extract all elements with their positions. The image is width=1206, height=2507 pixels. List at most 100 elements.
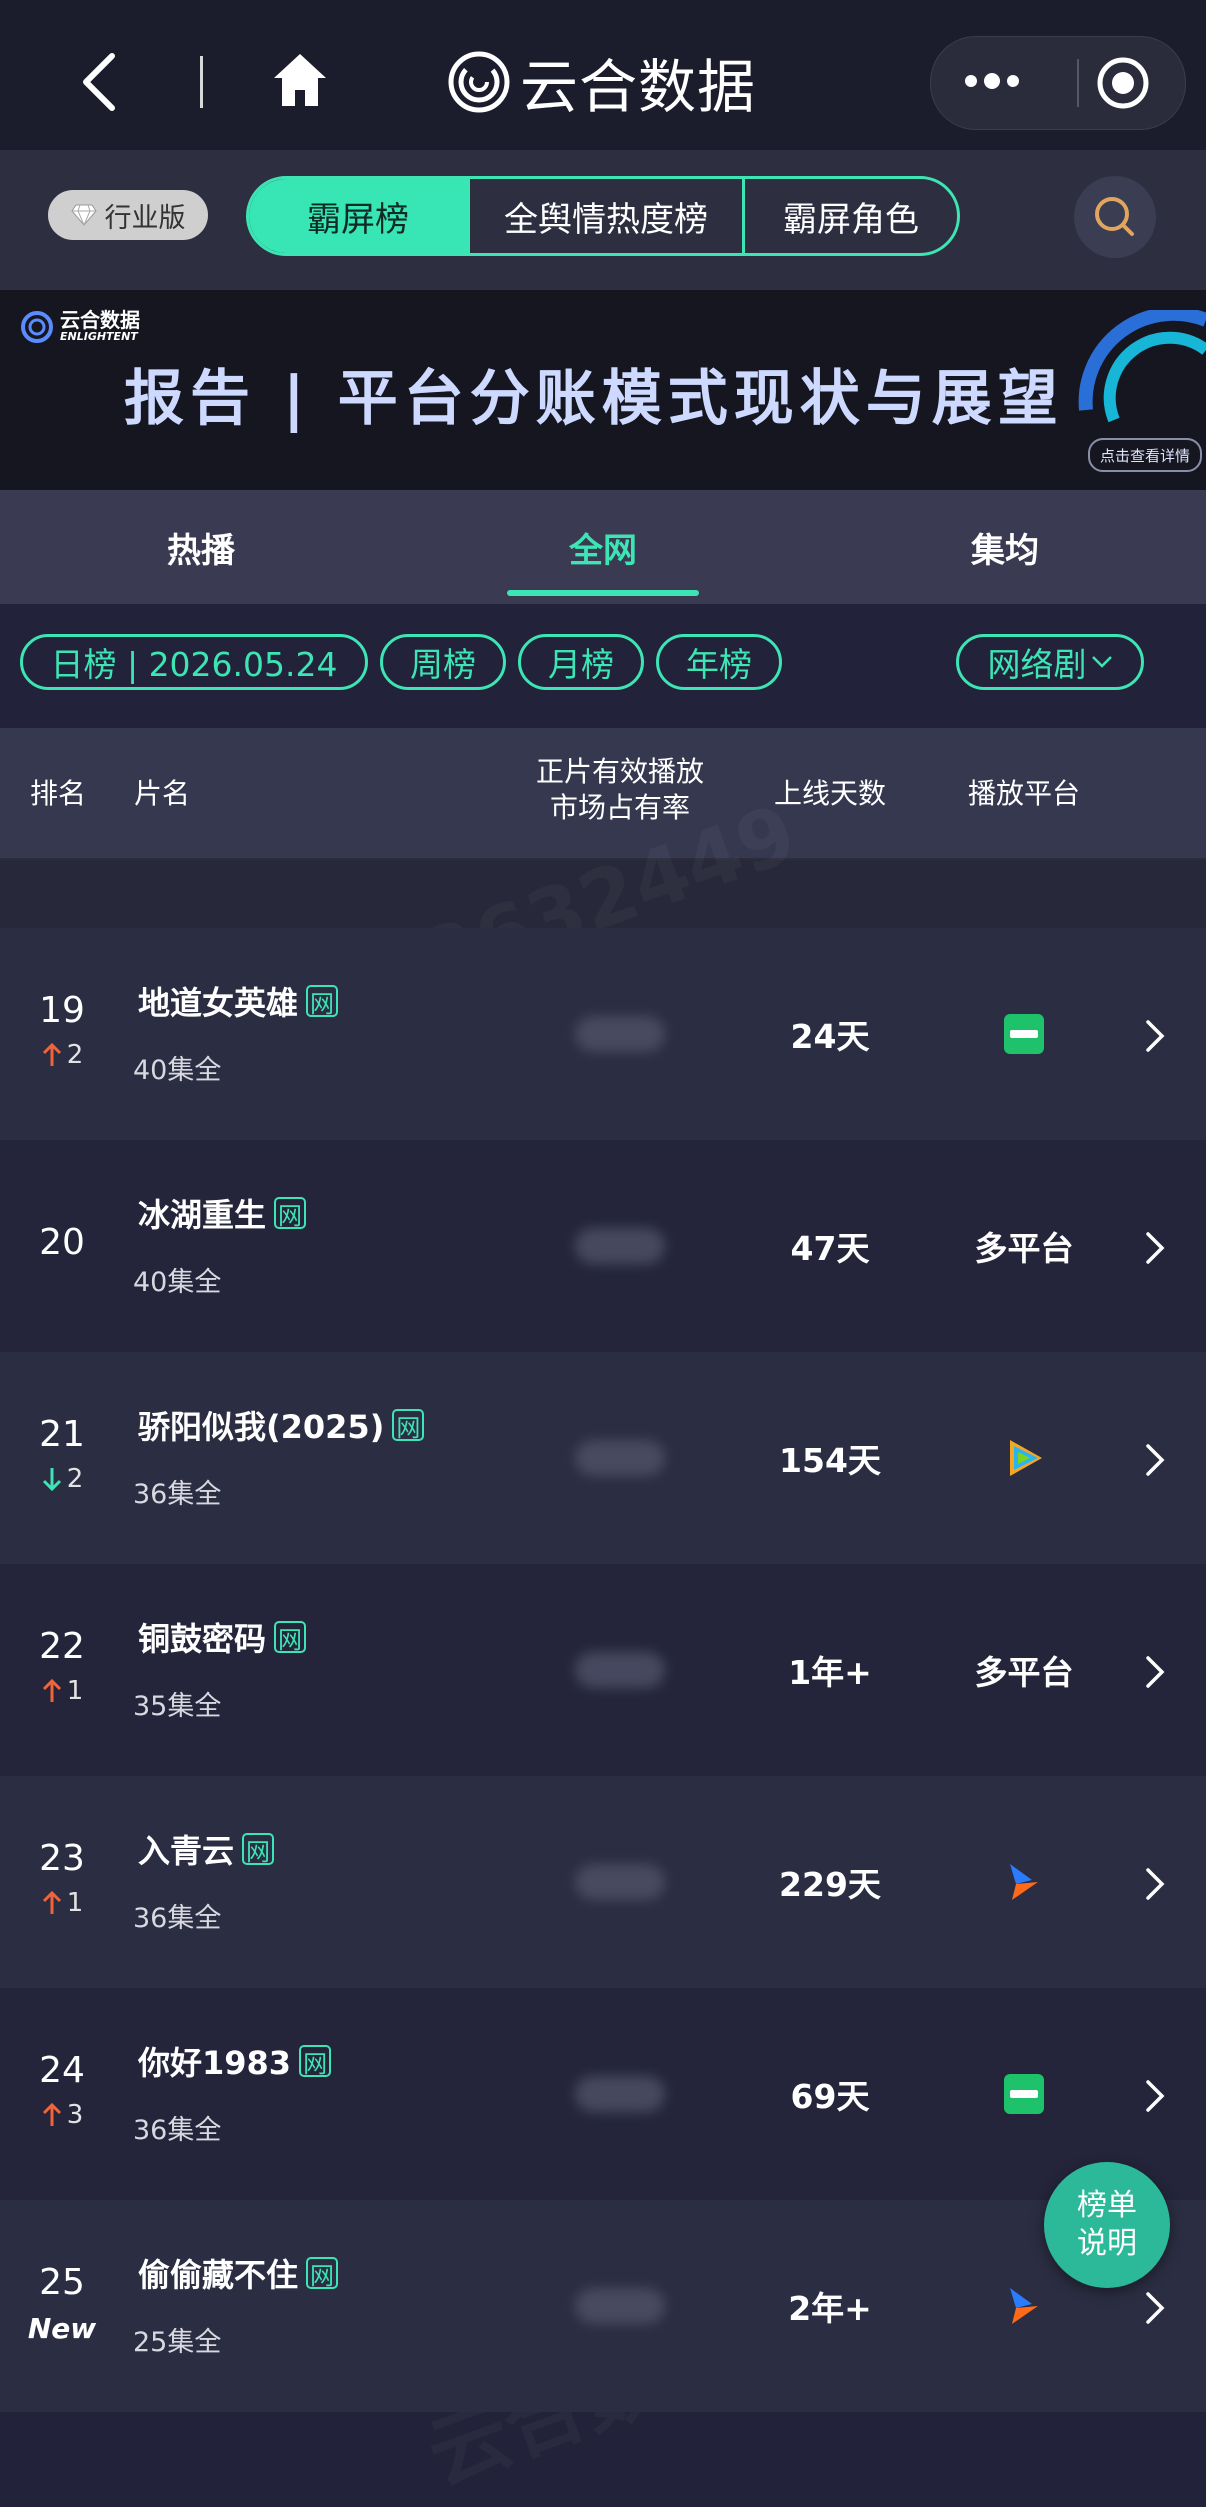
web-drama-tag: 网 — [306, 2257, 339, 2290]
platform-label: 多平台 — [974, 1653, 1074, 1692]
tab-public-opinion-ranking[interactable]: 全舆情热度榜 — [467, 179, 742, 253]
header-market-share: 正片有效播放 市场占有率 — [535, 755, 704, 824]
table-row[interactable]: 24 3 你好1983 网 36集全 69天 — [0, 1988, 1206, 2200]
table-row[interactable]: 21 2 骄阳似我(2025) 网 36集全 154天 — [0, 1352, 1206, 1564]
report-banner[interactable]: 云合数据 ENLIGHTENT 报告 | 平台分账模式现状与展望 点击查看详情 — [0, 290, 1206, 490]
web-drama-tag: 网 — [299, 2045, 332, 2078]
weekly-ranking-chip[interactable]: 周榜 — [380, 634, 506, 690]
filter-bar: 日榜 | 2026.05.24 周榜 月榜 年榜 网络剧 — [0, 604, 1206, 728]
table-header: 排名 片名 正片有效播放 市场占有率 上线天数 播放平台 — [0, 728, 1206, 860]
search-icon — [1095, 197, 1134, 236]
tab-episode-average[interactable]: 集均 — [804, 490, 1206, 604]
category-dropdown[interactable]: 网络剧 — [956, 634, 1144, 690]
days-online: 154天 — [779, 1441, 881, 1480]
drama-title: 入青云网 — [138, 1826, 275, 1872]
chevron-right-icon[interactable] — [1144, 1442, 1166, 1478]
drama-title: 偷偷藏不住网 — [138, 2250, 339, 2296]
episode-count: 25集全 — [133, 2327, 222, 2358]
ranking-type-switch: 霸屏榜 全舆情热度榜 霸屏角色 — [246, 176, 960, 256]
rank-change: 1 — [0, 1676, 124, 1706]
days-online: 24天 — [790, 1017, 870, 1056]
daily-ranking-chip[interactable]: 日榜 | 2026.05.24 — [20, 634, 368, 690]
tab-dominance-ranking[interactable]: 霸屏榜 — [249, 179, 467, 253]
tab-hot[interactable]: 热播 — [0, 490, 402, 604]
drama-title: 你好1983 网 — [138, 2038, 332, 2084]
arrow-up-icon — [42, 1042, 61, 1066]
more-icon[interactable] — [965, 73, 1019, 89]
table-row[interactable]: 22 1 铜鼓密码网 35集全 1年+ 多平台 — [0, 1564, 1206, 1776]
chevron-right-icon[interactable] — [1144, 1654, 1166, 1690]
drama-title: 铜鼓密码网 — [138, 1614, 307, 1660]
days-online: 2年+ — [788, 2289, 872, 2328]
yunhe-logo-icon — [448, 51, 510, 113]
banner-title: 报告 | 平台分账模式现状与展望 — [124, 364, 1064, 434]
rank-change: 2 — [0, 1040, 124, 1070]
drama-title: 冰湖重生网 — [138, 1190, 307, 1236]
yearly-ranking-chip[interactable]: 年榜 — [656, 634, 782, 690]
ranking-list: 12632449 云合数据 云合数据 19 2 地道女英雄网 40集全 24天 … — [0, 860, 1206, 2470]
rank-change: 3 — [0, 2100, 124, 2130]
header-platform: 播放平台 — [967, 777, 1080, 810]
market-share-blurred — [575, 2288, 665, 2324]
tab-dominant-roles[interactable]: 霸屏角色 — [742, 179, 957, 253]
table-row[interactable]: 20 冰湖重生网 40集全 47天 多平台 — [0, 1140, 1206, 1352]
market-share-blurred — [575, 2076, 665, 2112]
tab-all-network[interactable]: 全网 — [402, 490, 804, 604]
table-row[interactable]: 19 2 地道女英雄网 40集全 24天 — [0, 928, 1206, 1140]
chevron-right-icon[interactable] — [1144, 1018, 1166, 1054]
drama-title: 骄阳似我(2025) 网 — [138, 1402, 425, 1448]
view-details-button[interactable]: 点击查看详情 — [1088, 438, 1202, 472]
rank-number: 25 — [39, 2262, 85, 2303]
banner-logo: 云合数据 ENLIGHTENT — [20, 310, 140, 344]
table-row[interactable]: 25 New 偷偷藏不住网 25集全 2年+ — [0, 2200, 1206, 2412]
youku-icon — [1010, 2288, 1038, 2324]
ranking-explanation-button[interactable]: 榜单 说明 — [1044, 2162, 1170, 2288]
episode-count: 40集全 — [133, 1055, 222, 1086]
scope-tabs: 热播 全网 集均 — [0, 490, 1206, 604]
market-share-blurred — [575, 1016, 665, 1052]
industry-edition-button[interactable]: 行业版 — [48, 190, 208, 240]
top-bar: 云合数据 — [0, 0, 1206, 150]
chevron-right-icon[interactable] — [1144, 2290, 1166, 2326]
days-online: 69天 — [790, 2077, 870, 2116]
app-brand: 云合数据 — [448, 42, 756, 122]
market-share-blurred — [575, 1864, 665, 1900]
header-title: 片名 — [134, 777, 191, 810]
monthly-ranking-chip[interactable]: 月榜 — [518, 634, 644, 690]
market-share-blurred — [575, 1652, 665, 1688]
rank-number: 19 — [39, 990, 85, 1031]
table-row[interactable]: 23 1 入青云网 36集全 229天 — [0, 1776, 1206, 1988]
drama-title: 地道女英雄网 — [138, 978, 339, 1024]
chevron-right-icon[interactable] — [1144, 2078, 1166, 2114]
episode-count: 40集全 — [133, 1267, 222, 1298]
rank-number: 21 — [39, 1414, 85, 1455]
days-online: 229天 — [779, 1865, 881, 1904]
close-miniprogram-icon[interactable] — [1095, 55, 1151, 111]
chevron-right-icon[interactable] — [1144, 1230, 1166, 1266]
back-arrow-icon[interactable] — [80, 52, 120, 112]
episode-count: 36集全 — [133, 2115, 222, 2146]
home-icon[interactable] — [270, 50, 330, 110]
miniprogram-capsule — [930, 36, 1186, 130]
web-drama-tag: 网 — [392, 1409, 425, 1442]
arrow-down-icon — [42, 1468, 61, 1492]
iqiyi-icon — [1004, 2074, 1044, 2114]
active-tab-indicator — [507, 590, 699, 596]
new-badge: New — [27, 2312, 97, 2345]
rank-number: 22 — [39, 1626, 85, 1667]
youku-icon — [1010, 1864, 1038, 1900]
days-online: 47天 — [790, 1229, 870, 1268]
arrow-up-icon — [42, 1678, 61, 1702]
chevron-right-icon[interactable] — [1144, 1866, 1166, 1902]
arrow-up-icon — [42, 2102, 61, 2126]
app-name: 云合数据 — [520, 53, 757, 121]
episode-count: 36集全 — [133, 1903, 222, 1934]
chevron-down-icon — [1091, 656, 1112, 668]
diamond-icon — [70, 204, 97, 226]
web-drama-tag: 网 — [306, 985, 339, 1018]
market-share-blurred — [575, 1228, 665, 1264]
yunhe-logo-icon — [21, 311, 53, 343]
web-drama-tag: 网 — [274, 1197, 307, 1230]
arrow-up-icon — [42, 1890, 61, 1914]
search-button[interactable] — [1074, 176, 1156, 258]
